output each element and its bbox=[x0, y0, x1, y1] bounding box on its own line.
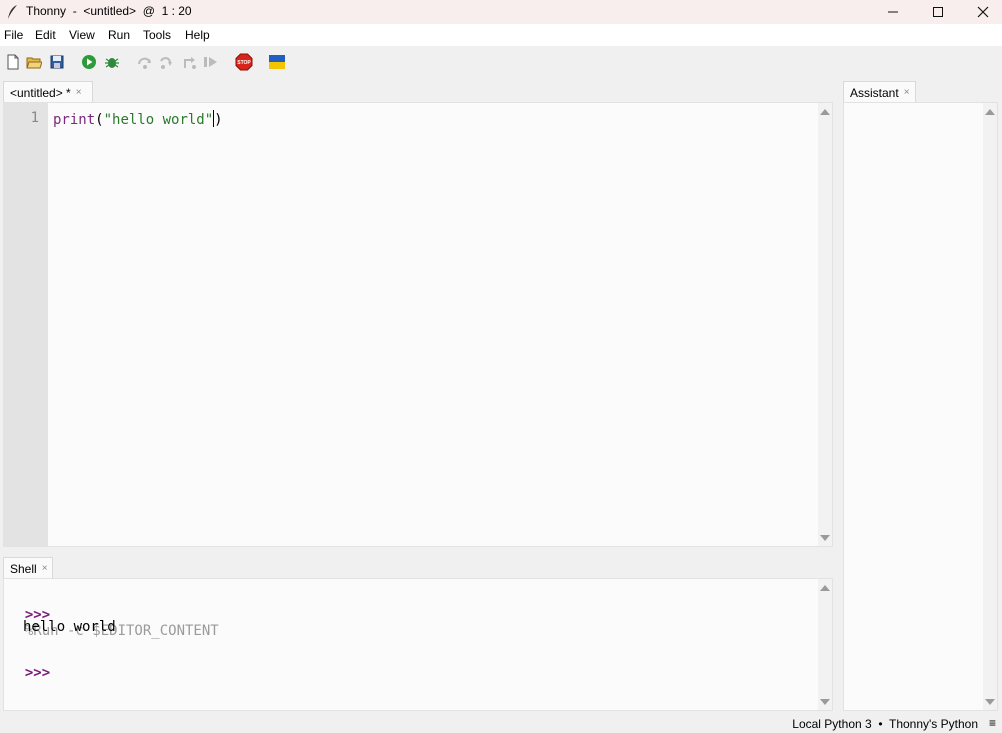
menu-file[interactable]: File bbox=[4, 28, 23, 42]
step-over-button[interactable] bbox=[137, 54, 153, 70]
line-number-gutter bbox=[3, 103, 48, 546]
scroll-up-icon[interactable] bbox=[820, 109, 830, 115]
debug-icon bbox=[105, 58, 119, 68]
new-file-icon bbox=[7, 54, 19, 70]
assistant-scrollbar[interactable] bbox=[983, 103, 997, 710]
save-icon bbox=[50, 55, 64, 69]
minimize-icon bbox=[888, 11, 898, 13]
scroll-down-icon[interactable] bbox=[820, 535, 830, 541]
menu-view[interactable]: View bbox=[69, 28, 95, 42]
tab-assistant[interactable]: Assistant × bbox=[843, 81, 916, 103]
thonny-feather-icon bbox=[8, 5, 17, 19]
scroll-down-icon[interactable] bbox=[820, 699, 830, 705]
step-into-icon bbox=[160, 57, 172, 69]
tab-close-icon[interactable]: × bbox=[42, 563, 48, 574]
shell-prompt: >>> bbox=[24, 665, 51, 681]
tab-shell[interactable]: Shell × bbox=[3, 557, 53, 579]
maximize-icon bbox=[933, 7, 943, 17]
code-close-paren: ) bbox=[214, 112, 223, 128]
step-over-icon bbox=[138, 57, 151, 69]
interpreter-selector[interactable]: Local Python 3 • Thonny's Python bbox=[792, 717, 978, 731]
step-out-button[interactable] bbox=[181, 54, 197, 70]
resume-icon bbox=[204, 57, 217, 67]
menu-bar: File Edit View Run Tools Help bbox=[0, 24, 1002, 46]
save-button[interactable] bbox=[49, 54, 65, 70]
menu-run[interactable]: Run bbox=[108, 28, 130, 42]
new-file-button[interactable] bbox=[5, 54, 21, 70]
menu-tools[interactable]: Tools bbox=[143, 28, 171, 42]
scroll-up-icon[interactable] bbox=[820, 585, 830, 591]
tab-shell-label: Shell bbox=[10, 561, 37, 576]
tab-assistant-label: Assistant bbox=[850, 85, 899, 100]
code-open-paren: ( bbox=[95, 112, 104, 128]
menu-help[interactable]: Help bbox=[185, 28, 210, 42]
shell-output: hello world bbox=[23, 619, 116, 635]
resume-button[interactable] bbox=[203, 54, 219, 70]
line-number: 1 bbox=[30, 110, 39, 126]
stop-button[interactable]: STOP bbox=[235, 53, 253, 71]
run-icon bbox=[82, 55, 96, 69]
window-title: Thonny - <untitled> @ 1 : 20 bbox=[26, 4, 192, 18]
debug-button[interactable] bbox=[104, 54, 120, 70]
open-file-button[interactable] bbox=[26, 54, 42, 70]
status-bar: Local Python 3 • Thonny's Python ≡ bbox=[0, 713, 1002, 733]
code-editor[interactable] bbox=[3, 102, 833, 547]
shell-scrollbar[interactable] bbox=[818, 579, 832, 710]
ukraine-flag-button[interactable] bbox=[269, 55, 285, 69]
stop-icon-label: STOP bbox=[237, 60, 251, 66]
menu-edit[interactable]: Edit bbox=[35, 28, 56, 42]
assistant-panel bbox=[843, 102, 998, 711]
editor-scrollbar[interactable] bbox=[818, 103, 832, 546]
ukraine-flag-icon bbox=[269, 55, 285, 69]
scroll-down-icon[interactable] bbox=[985, 699, 995, 705]
open-file-icon bbox=[26, 57, 42, 69]
close-icon bbox=[977, 6, 989, 18]
toolbar: STOP bbox=[0, 46, 1002, 80]
code-function: print bbox=[53, 112, 96, 128]
shell-input-line[interactable]: >>> bbox=[8, 649, 50, 681]
tab-untitled-label: <untitled> * bbox=[10, 85, 71, 100]
title-bar: Thonny - <untitled> @ 1 : 20 bbox=[0, 0, 1002, 24]
code-string: "hello world" bbox=[103, 112, 214, 128]
tab-close-icon[interactable]: × bbox=[904, 87, 910, 98]
tab-untitled[interactable]: <untitled> * × bbox=[3, 81, 93, 103]
scroll-up-icon[interactable] bbox=[985, 109, 995, 115]
stop-icon: STOP bbox=[235, 53, 253, 71]
close-button[interactable] bbox=[960, 0, 1002, 24]
maximize-button[interactable] bbox=[915, 0, 961, 24]
minimize-button[interactable] bbox=[870, 0, 916, 24]
code-line[interactable]: print("hello world") bbox=[53, 110, 223, 128]
step-into-button[interactable] bbox=[159, 54, 175, 70]
tab-close-icon[interactable]: × bbox=[76, 87, 82, 98]
run-button[interactable] bbox=[81, 54, 97, 70]
hamburger-menu-icon[interactable]: ≡ bbox=[989, 716, 996, 730]
step-out-icon bbox=[184, 57, 196, 69]
